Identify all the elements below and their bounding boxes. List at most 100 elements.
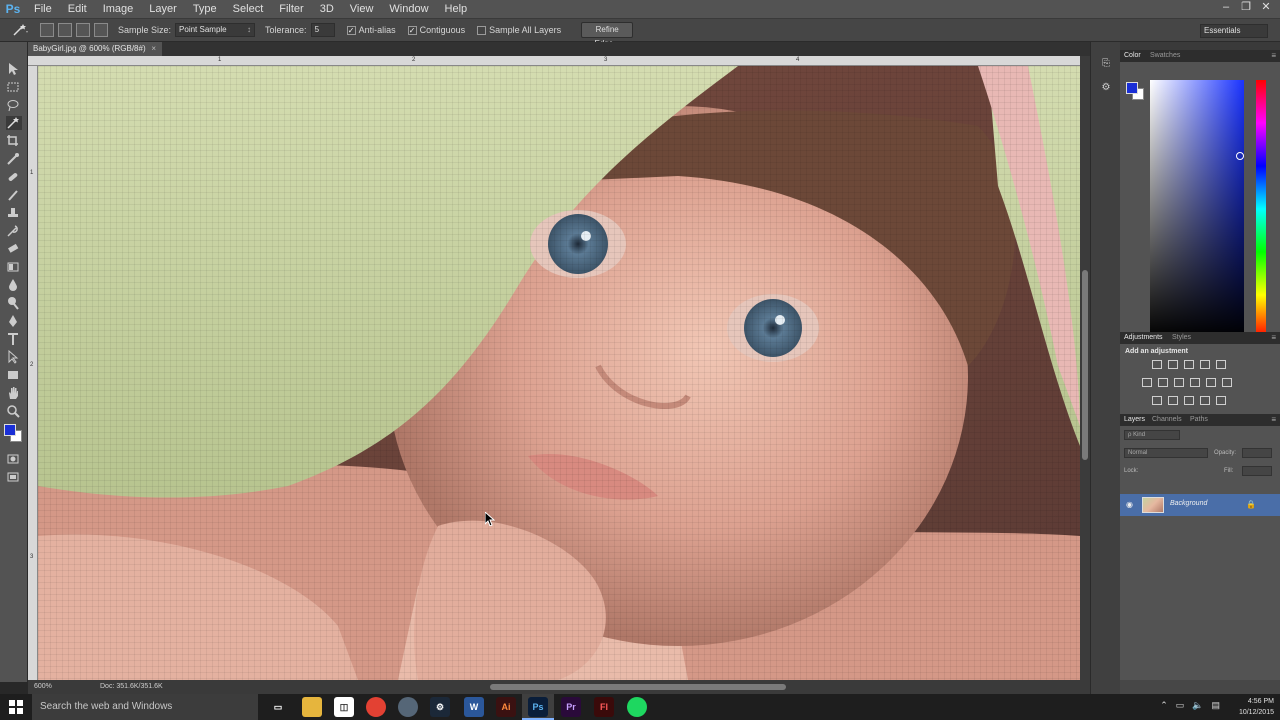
properties-panel-icon[interactable]: ⚙: [1099, 82, 1113, 96]
start-button[interactable]: [0, 694, 32, 720]
eyedropper-tool-icon[interactable]: [6, 152, 22, 166]
menu-layer[interactable]: Layer: [141, 0, 185, 18]
curves-icon[interactable]: [1184, 360, 1194, 369]
sample-size-select[interactable]: Point Sample: [175, 23, 256, 37]
hue-slider[interactable]: [1256, 80, 1266, 338]
chevron-up-icon[interactable]: ⌃: [1160, 700, 1168, 711]
menu-view[interactable]: View: [342, 0, 382, 18]
taskbar-search-input[interactable]: Search the web and Windows: [32, 694, 258, 720]
anti-alias-checkbox[interactable]: ✓ Anti-alias: [346, 25, 396, 35]
subtract-from-selection-icon[interactable]: [76, 23, 90, 37]
task-view-icon[interactable]: ▭: [268, 697, 288, 717]
tab-styles[interactable]: Styles: [1172, 332, 1191, 344]
illustrator-icon[interactable]: Ai: [496, 697, 516, 717]
taskbar-clock[interactable]: 4:56 PM 10/12/2015: [1239, 696, 1274, 718]
posterize-icon[interactable]: [1168, 396, 1178, 405]
eraser-tool-icon[interactable]: [6, 242, 22, 256]
menu-image[interactable]: Image: [95, 0, 142, 18]
photo-filter-icon[interactable]: [1190, 378, 1200, 387]
vertical-scroll-thumb[interactable]: [1082, 270, 1088, 460]
close-tab-icon[interactable]: ×: [151, 42, 156, 56]
blur-tool-icon[interactable]: [6, 278, 22, 292]
fill-input[interactable]: [1242, 466, 1272, 476]
zoom-tool-icon[interactable]: [6, 404, 22, 418]
tolerance-input[interactable]: 5: [310, 23, 335, 37]
color-picker-field[interactable]: [1150, 80, 1244, 338]
store-icon[interactable]: ◫: [334, 697, 354, 717]
tab-paths[interactable]: Paths: [1190, 414, 1208, 426]
close-button[interactable]: ✕: [1256, 0, 1276, 14]
tab-layers[interactable]: Layers: [1124, 414, 1145, 426]
pen-tool-icon[interactable]: [6, 314, 22, 328]
tab-color[interactable]: Color: [1124, 50, 1141, 62]
threshold-icon[interactable]: [1184, 396, 1194, 405]
menu-help[interactable]: Help: [437, 0, 476, 18]
selective-color-icon[interactable]: [1216, 396, 1226, 405]
vertical-scrollbar[interactable]: [1080, 56, 1090, 680]
menu-select[interactable]: Select: [225, 0, 272, 18]
panel-menu-icon[interactable]: ≡: [1271, 414, 1276, 426]
history-panel-icon[interactable]: ⎘: [1099, 58, 1113, 72]
chrome-icon[interactable]: [366, 697, 386, 717]
panel-menu-icon[interactable]: ≡: [1271, 50, 1276, 62]
type-tool-icon[interactable]: [6, 332, 22, 346]
quick-mask-icon[interactable]: [6, 452, 22, 466]
menu-window[interactable]: Window: [381, 0, 436, 18]
healing-brush-icon[interactable]: [6, 170, 22, 184]
add-to-selection-icon[interactable]: [58, 23, 72, 37]
move-tool-icon[interactable]: [6, 62, 22, 76]
opacity-input[interactable]: [1242, 448, 1272, 458]
workspace-select[interactable]: Essentials: [1200, 24, 1268, 38]
menu-3d[interactable]: 3D: [312, 0, 342, 18]
layer-row-background[interactable]: ◉ Background 🔒: [1120, 494, 1280, 516]
channel-mixer-icon[interactable]: [1206, 378, 1216, 387]
hue-saturation-icon[interactable]: [1142, 378, 1152, 387]
black-white-icon[interactable]: [1174, 378, 1184, 387]
file-explorer-icon[interactable]: [302, 697, 322, 717]
volume-icon[interactable]: 🔈: [1192, 700, 1203, 711]
obs-icon[interactable]: [398, 697, 418, 717]
spotify-icon[interactable]: [627, 697, 647, 717]
menu-filter[interactable]: Filter: [271, 0, 311, 18]
color-lookup-icon[interactable]: [1222, 378, 1232, 387]
brush-tool-icon[interactable]: [6, 188, 22, 202]
levels-icon[interactable]: [1168, 360, 1178, 369]
history-brush-icon[interactable]: [6, 224, 22, 238]
brightness-icon[interactable]: [1152, 360, 1162, 369]
screen-mode-icon[interactable]: [6, 470, 22, 484]
exposure-icon[interactable]: [1200, 360, 1210, 369]
word-icon[interactable]: W: [464, 697, 484, 717]
contiguous-checkbox[interactable]: ✓ Contiguous: [407, 25, 465, 35]
steam-icon[interactable]: ⚙: [430, 697, 450, 717]
color-foreground-swatch[interactable]: [1126, 82, 1138, 94]
color-picker-cursor[interactable]: [1236, 152, 1244, 160]
gradient-map-icon[interactable]: [1200, 396, 1210, 405]
color-balance-icon[interactable]: [1158, 378, 1168, 387]
clone-stamp-icon[interactable]: [6, 206, 22, 220]
invert-icon[interactable]: [1152, 396, 1162, 405]
minimize-button[interactable]: –: [1216, 0, 1236, 14]
menu-edit[interactable]: Edit: [60, 0, 95, 18]
hand-tool-icon[interactable]: [6, 386, 22, 400]
marquee-tool-icon[interactable]: [6, 80, 22, 94]
photoshop-taskbar-icon[interactable]: Ps: [528, 697, 548, 717]
panel-menu-icon[interactable]: ≡: [1271, 332, 1276, 344]
restore-button[interactable]: ❐: [1236, 0, 1256, 14]
sample-all-layers-checkbox[interactable]: Sample All Layers: [477, 25, 561, 35]
notifications-icon[interactable]: ▤: [1211, 700, 1220, 711]
dodge-tool-icon[interactable]: [6, 296, 22, 310]
rectangle-tool-icon[interactable]: [6, 368, 22, 382]
tab-adjustments[interactable]: Adjustments: [1124, 332, 1163, 344]
layer-filter-kind[interactable]: ρ Kind: [1124, 430, 1180, 440]
new-selection-icon[interactable]: [40, 23, 54, 37]
premiere-icon[interactable]: Pr: [561, 697, 581, 717]
tool-preset-picker[interactable]: [6, 20, 36, 40]
foreground-color-swatch[interactable]: [4, 424, 16, 436]
vertical-ruler[interactable]: 1 2 3: [28, 66, 38, 680]
path-selection-icon[interactable]: [6, 349, 22, 364]
menu-file[interactable]: File: [26, 0, 60, 18]
refine-edge-button[interactable]: Refine Edge...: [581, 22, 634, 48]
tab-swatches[interactable]: Swatches: [1150, 50, 1180, 62]
visibility-eye-icon[interactable]: ◉: [1126, 500, 1133, 509]
menu-type[interactable]: Type: [185, 0, 225, 18]
